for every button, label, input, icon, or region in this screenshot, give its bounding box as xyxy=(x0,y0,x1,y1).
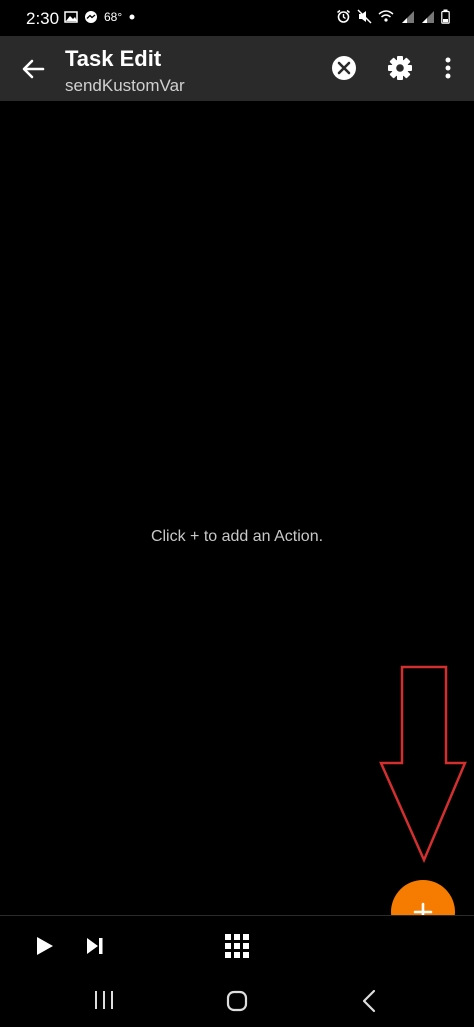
app-bar: Task Edit sendKustomVar xyxy=(0,36,474,101)
status-time: 2:30 xyxy=(26,9,60,28)
more-options-button[interactable] xyxy=(437,54,459,82)
status-left-icons: 68° xyxy=(64,10,136,24)
nav-back-icon xyxy=(362,989,376,1013)
dot-icon xyxy=(128,10,136,24)
status-bar: 2:30 68° xyxy=(0,0,474,36)
more-vert-icon xyxy=(445,57,451,79)
empty-state-hint: Click + to add an Action. xyxy=(150,528,324,545)
task-name: sendKustomVar xyxy=(65,76,185,95)
settings-button[interactable] xyxy=(385,53,415,83)
play-icon xyxy=(37,937,53,955)
recents-button[interactable] xyxy=(92,989,116,1011)
settings-icon xyxy=(388,56,412,80)
clear-button[interactable] xyxy=(330,54,358,82)
home-icon xyxy=(226,990,248,1012)
status-right-icons xyxy=(336,9,450,24)
mute-icon xyxy=(357,9,372,24)
wifi-call-icon xyxy=(378,9,395,24)
annotation-arrow xyxy=(378,665,468,863)
battery-icon xyxy=(441,9,450,24)
clear-icon xyxy=(332,56,356,80)
back-button[interactable] xyxy=(18,54,48,84)
home-button[interactable] xyxy=(224,988,250,1014)
step-button[interactable] xyxy=(84,934,106,958)
alarm-icon xyxy=(336,9,351,24)
grid-icon xyxy=(225,934,249,958)
status-temperature: 68° xyxy=(104,10,123,24)
messenger-icon xyxy=(84,10,98,24)
nav-back-button[interactable] xyxy=(360,988,378,1014)
signal-icon xyxy=(421,9,435,24)
page-title: Task Edit xyxy=(65,46,162,71)
system-nav-bar xyxy=(0,975,474,1027)
back-arrow-icon xyxy=(22,59,45,79)
run-task-button[interactable] xyxy=(34,934,56,958)
grid-view-button[interactable] xyxy=(224,933,250,959)
bottom-toolbar xyxy=(0,915,474,976)
skip-next-icon xyxy=(87,938,103,954)
gallery-icon xyxy=(64,10,78,24)
recents-icon xyxy=(95,991,113,1009)
signal-icon xyxy=(401,9,415,24)
